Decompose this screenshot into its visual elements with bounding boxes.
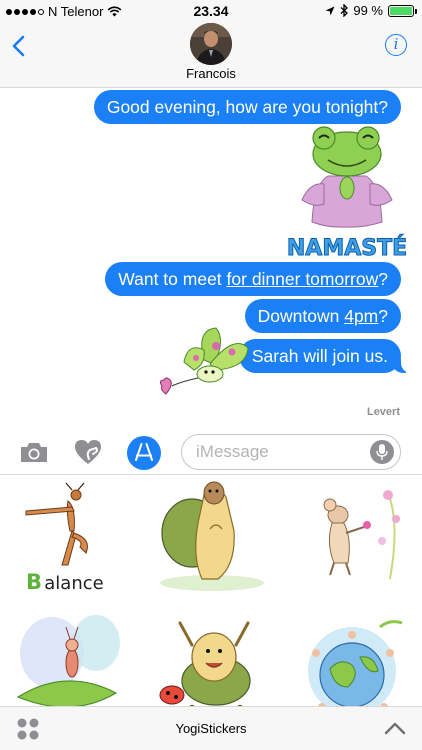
microphone-button[interactable] — [370, 440, 394, 464]
sticker-caption-initial: B — [26, 570, 42, 594]
message-field[interactable] — [181, 434, 401, 470]
butterfly-heart-sticker[interactable] — [154, 324, 258, 404]
turtle-ladybug-icon — [159, 621, 251, 710]
sticker-drawer: alance B — [0, 474, 422, 710]
message-text: Downtown — [257, 306, 345, 326]
input-bar — [0, 430, 422, 474]
camera-icon[interactable] — [18, 436, 50, 468]
message-text: Good evening, how are you tonight? — [106, 97, 388, 117]
messages-screen: N Telenor 23.34 99 % Francois i Good eve… — [0, 0, 422, 750]
avatar-photo-icon — [190, 23, 232, 65]
frog-namaste-sticker[interactable]: NAMASTÉ — [284, 124, 410, 264]
message-text: ? — [378, 306, 388, 326]
app-store-button[interactable] — [127, 436, 161, 470]
sticker-caption: NAMASTÉ — [287, 235, 407, 261]
fairy-leaf-icon — [16, 615, 120, 708]
earth-yogis-icon — [308, 620, 403, 710]
status-bar-right: 99 % — [325, 3, 417, 18]
butterfly-sticker-icon — [159, 327, 249, 395]
message-bubble[interactable]: Want to meet for dinner tomorrow? — [105, 262, 401, 296]
contact-avatar[interactable] — [190, 23, 232, 65]
message-text: ? — [378, 269, 388, 289]
message-bubble[interactable]: Downtown 4pm? — [244, 299, 401, 333]
fairy-leaf-sticker[interactable] — [12, 613, 132, 710]
digital-touch-heart-icon[interactable] — [72, 436, 104, 468]
microphone-icon — [376, 444, 388, 460]
mouse-flowers-sticker[interactable] — [292, 483, 412, 597]
sticker-app-name: YogiStickers — [175, 721, 247, 736]
frog-sticker-icon: NAMASTÉ — [286, 126, 408, 262]
info-icon[interactable]: i — [385, 34, 407, 56]
message-text: Sarah will join us. — [251, 346, 388, 366]
message-bubble[interactable]: Good evening, how are you tonight? — [93, 90, 401, 124]
ant-balance-icon: alance B — [25, 482, 104, 594]
status-bar: N Telenor 23.34 99 % — [0, 0, 422, 22]
bluetooth-icon — [340, 4, 349, 17]
ant-balance-sticker[interactable]: alance B — [12, 481, 132, 595]
delivery-status: Levert — [366, 406, 400, 418]
battery-icon — [388, 4, 417, 17]
location-arrow-icon — [325, 6, 335, 15]
conversation-header: Francois i — [0, 22, 422, 88]
turtle-ladybug-sticker[interactable] — [152, 615, 272, 710]
message-text: Want to meet — [118, 269, 227, 289]
app-drawer-bar: YogiStickers — [0, 706, 422, 750]
turtle-yoga-icon — [160, 481, 264, 591]
mouse-flowers-icon — [323, 490, 400, 580]
battery-percent: 99 % — [353, 3, 383, 18]
turtle-yoga-sticker[interactable] — [152, 479, 272, 593]
data-detector-link[interactable]: 4pm — [344, 306, 378, 326]
app-store-icon — [135, 443, 153, 461]
back-chevron-icon[interactable] — [10, 34, 30, 58]
message-input[interactable] — [196, 442, 356, 462]
earth-yogis-sticker[interactable] — [294, 613, 414, 710]
message-bubble[interactable]: Sarah will join us. — [238, 339, 412, 373]
data-detector-link[interactable]: for dinner tomorrow — [227, 269, 379, 289]
contact-name[interactable]: Francois — [0, 66, 422, 81]
chevron-up-icon[interactable] — [384, 721, 406, 735]
sticker-caption: alance — [44, 573, 103, 594]
